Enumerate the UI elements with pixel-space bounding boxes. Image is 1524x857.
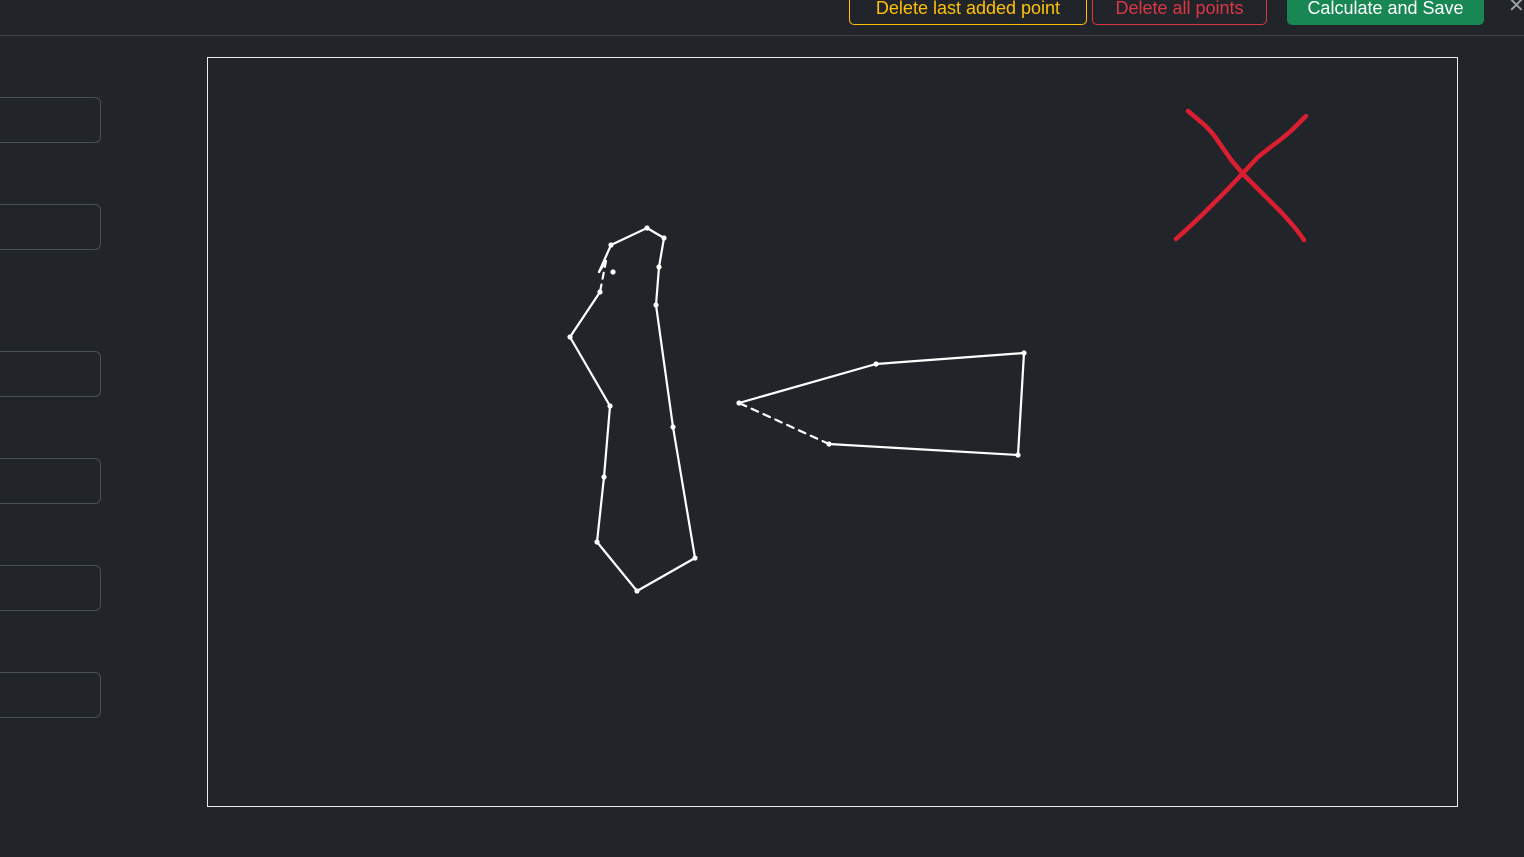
sidebar-field-5[interactable] bbox=[0, 565, 101, 611]
close-icon[interactable]: ✕ bbox=[1508, 0, 1524, 18]
polygon-shape-2 bbox=[737, 351, 1026, 457]
sidebar-field-1[interactable] bbox=[0, 97, 101, 143]
sidebar-field-4[interactable] bbox=[0, 458, 101, 504]
vertex[interactable] bbox=[656, 264, 662, 270]
vertex[interactable] bbox=[594, 539, 600, 545]
vertex[interactable] bbox=[826, 441, 832, 447]
vertex[interactable] bbox=[1015, 452, 1021, 458]
polygon-1-vertices bbox=[567, 225, 698, 594]
vertex[interactable] bbox=[644, 225, 650, 231]
drawing-canvas[interactable] bbox=[207, 57, 1458, 807]
toolbar: Delete last added point Delete all point… bbox=[0, 0, 1524, 36]
calculate-and-save-button[interactable]: Calculate and Save bbox=[1287, 0, 1484, 25]
delete-last-point-button[interactable]: Delete last added point bbox=[849, 0, 1087, 25]
polygon-shape-1 bbox=[568, 226, 697, 593]
vertex[interactable] bbox=[670, 424, 676, 430]
sidebar-field-2[interactable] bbox=[0, 204, 101, 250]
x-stroke-1 bbox=[1185, 108, 1307, 243]
vertex[interactable] bbox=[873, 361, 879, 367]
vertex[interactable] bbox=[661, 235, 667, 241]
vertex[interactable] bbox=[653, 302, 659, 308]
sidebar-field-6[interactable] bbox=[0, 672, 101, 718]
vertex[interactable] bbox=[607, 403, 613, 409]
polygon-2-edges bbox=[737, 351, 1026, 457]
delete-all-points-button[interactable]: Delete all points bbox=[1092, 0, 1267, 25]
vertex[interactable] bbox=[736, 400, 742, 406]
polygon-1-edges bbox=[568, 226, 697, 593]
vertex[interactable] bbox=[1021, 350, 1027, 356]
vertex[interactable] bbox=[608, 242, 614, 248]
vertex[interactable] bbox=[601, 474, 607, 480]
polygon-2-vertices bbox=[736, 350, 1027, 458]
vertex[interactable] bbox=[597, 289, 603, 295]
red-x-mark-icon bbox=[1173, 108, 1309, 243]
vertex[interactable] bbox=[634, 588, 640, 594]
drawing-canvas-svg[interactable] bbox=[208, 58, 1457, 806]
vertex[interactable] bbox=[567, 334, 573, 340]
vertex[interactable] bbox=[692, 555, 698, 561]
polygon-2-dashed-edge bbox=[737, 401, 831, 446]
sidebar-field-3[interactable] bbox=[0, 351, 101, 397]
vertex[interactable] bbox=[610, 269, 616, 275]
